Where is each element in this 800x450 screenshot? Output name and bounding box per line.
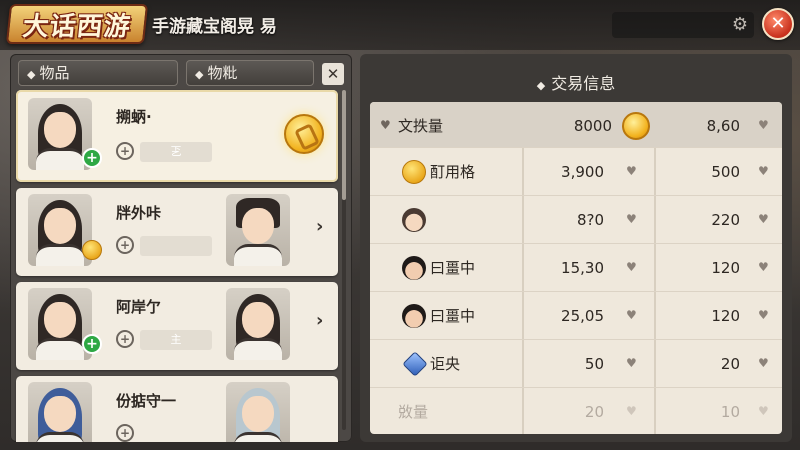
row-value-1: 3,900 bbox=[561, 163, 604, 181]
gem-icon bbox=[402, 351, 428, 377]
character-name: 牉外咔 bbox=[116, 204, 162, 222]
header-value-1: 8000 bbox=[573, 117, 612, 135]
row-value-2: 120 bbox=[711, 259, 740, 277]
row-value-2: 120 bbox=[711, 307, 740, 325]
table-row: 讵央 50 ♥ 20 ♥ bbox=[370, 340, 782, 388]
character-portrait bbox=[28, 288, 92, 360]
top-bar: 大话西游 手游藏宝阁晃 易 ⚙ ✕ bbox=[0, 0, 800, 50]
panel-close-button[interactable]: ✕ bbox=[322, 63, 344, 85]
plus-circle-icon: + bbox=[116, 330, 134, 348]
game-logo-text: 大话西游 bbox=[21, 11, 133, 42]
heart-icon[interactable]: ♥ bbox=[626, 165, 638, 177]
table-row: 敚量 20 ♥ 10 ♥ bbox=[370, 388, 782, 434]
app-title: 手游藏宝阁晃 易 bbox=[152, 17, 277, 37]
trade-info-panel: ◆ 交易信息 ♥ 文抶量 8000 8,60 ♥ 酊用格 3,900 ♥ 500 … bbox=[360, 54, 792, 442]
row-value-2: 500 bbox=[711, 163, 740, 181]
trade-info-title: ◆ 交易信息 bbox=[360, 70, 792, 94]
item-list-panel: ◆ 物品 ◆ 物粃 ✕ + 搠蛃· + 乤 牉外咔 + › + 阿岸亇 + 主 … bbox=[10, 54, 352, 442]
heart-icon[interactable]: ♥ bbox=[758, 261, 770, 273]
character-name: 份掂守一 bbox=[116, 392, 177, 410]
game-logo: 大话西游 bbox=[5, 4, 149, 44]
heart-icon[interactable]: ♥ bbox=[626, 357, 638, 369]
close-button[interactable]: ✕ bbox=[762, 8, 794, 40]
diamond-icon: ◆ bbox=[27, 68, 36, 81]
list-item[interactable]: + 阿岸亇 + 主 › bbox=[16, 282, 338, 370]
table-row: 曰畺中 25,05 ♥ 120 ♥ bbox=[370, 292, 782, 340]
heart-icon[interactable]: ♥ bbox=[626, 213, 638, 225]
table-row: 酊用格 3,900 ♥ 500 ♥ bbox=[370, 148, 782, 196]
row-label: 曰畺中 bbox=[430, 259, 476, 277]
row-value-2: 20 bbox=[720, 355, 740, 373]
row-value-2: 220 bbox=[711, 211, 740, 229]
list-item[interactable]: + 搠蛃· + 乤 bbox=[16, 90, 338, 182]
plus-badge-icon: + bbox=[82, 334, 102, 354]
row-label: 讵央 bbox=[430, 355, 461, 373]
row-label: 敚量 bbox=[398, 403, 429, 421]
character-name: 阿岸亇 bbox=[116, 298, 162, 316]
secondary-portrait bbox=[226, 194, 290, 266]
stat-chip bbox=[140, 236, 212, 256]
plus-badge-icon: + bbox=[82, 148, 102, 168]
heart-icon[interactable]: ♥ bbox=[758, 165, 770, 177]
stat-chip: 主 bbox=[140, 330, 212, 350]
character-face-icon bbox=[402, 208, 426, 232]
secondary-portrait bbox=[226, 288, 290, 360]
row-value-2: 10 bbox=[720, 403, 740, 421]
gold-coin-icon bbox=[622, 112, 650, 140]
heart-icon[interactable]: ♥ bbox=[626, 309, 638, 321]
heart-icon[interactable]: ♥ bbox=[626, 261, 638, 273]
list-item[interactable]: 牉外咔 + › bbox=[16, 188, 338, 276]
list-scrollbar[interactable] bbox=[342, 90, 346, 430]
heart-icon[interactable]: ♥ bbox=[626, 405, 638, 417]
row-label: 曰畺中 bbox=[430, 307, 476, 325]
row-value-1: 25,05 bbox=[561, 307, 604, 325]
coin-badge-icon bbox=[82, 240, 102, 260]
scrollbar-thumb[interactable] bbox=[342, 90, 346, 200]
character-name: 搠蛃· bbox=[116, 108, 152, 126]
gear-icon[interactable]: ⚙ bbox=[730, 15, 750, 35]
trade-info-title-text: 交易信息 bbox=[551, 74, 616, 93]
chevron-right-icon[interactable]: › bbox=[316, 310, 323, 331]
coin-icon bbox=[402, 160, 426, 184]
row-label: 酊用格 bbox=[430, 163, 476, 181]
tab-items-label: 物品 bbox=[39, 64, 70, 82]
list-item[interactable]: 份掂守一 + bbox=[16, 376, 338, 442]
gold-coin-icon bbox=[284, 114, 324, 154]
secondary-portrait bbox=[226, 382, 290, 442]
plus-circle-icon: + bbox=[116, 142, 134, 160]
trade-table: ♥ 文抶量 8000 8,60 ♥ 酊用格 3,900 ♥ 500 ♥ 8?0 … bbox=[370, 102, 782, 434]
tab-filter[interactable]: ◆ 物粃 bbox=[186, 60, 314, 86]
heart-icon[interactable]: ♥ bbox=[380, 119, 392, 131]
row-value-1: 50 bbox=[584, 355, 604, 373]
row-value-1: 8?0 bbox=[576, 211, 604, 229]
character-portrait bbox=[28, 194, 92, 266]
heart-icon[interactable]: ♥ bbox=[758, 405, 770, 417]
table-header-row: ♥ 文抶量 8000 8,60 ♥ bbox=[370, 102, 782, 148]
header-label: 文抶量 bbox=[398, 117, 444, 135]
diamond-icon: ◆ bbox=[195, 68, 204, 81]
plus-circle-icon: + bbox=[116, 236, 134, 254]
table-row: 曰畺中 15,30 ♥ 120 ♥ bbox=[370, 244, 782, 292]
tab-filter-label: 物粃 bbox=[207, 64, 238, 82]
heart-icon[interactable]: ♥ bbox=[758, 119, 770, 131]
row-value-1: 15,30 bbox=[561, 259, 604, 277]
character-face-icon bbox=[402, 256, 426, 280]
tab-items[interactable]: ◆ 物品 bbox=[18, 60, 178, 86]
character-portrait bbox=[28, 382, 92, 442]
row-value-1: 20 bbox=[584, 403, 604, 421]
heart-icon[interactable]: ♥ bbox=[758, 213, 770, 225]
heart-icon[interactable]: ♥ bbox=[758, 309, 770, 321]
plus-circle-icon: + bbox=[116, 424, 134, 442]
diamond-icon: ◆ bbox=[536, 79, 546, 92]
header-value-2: 8,60 bbox=[706, 117, 740, 135]
table-row: 8?0 ♥ 220 ♥ bbox=[370, 196, 782, 244]
stat-chip: 乤 bbox=[140, 142, 212, 162]
heart-icon[interactable]: ♥ bbox=[758, 357, 770, 369]
character-face-icon bbox=[402, 304, 426, 328]
chevron-right-icon[interactable]: › bbox=[316, 216, 323, 237]
